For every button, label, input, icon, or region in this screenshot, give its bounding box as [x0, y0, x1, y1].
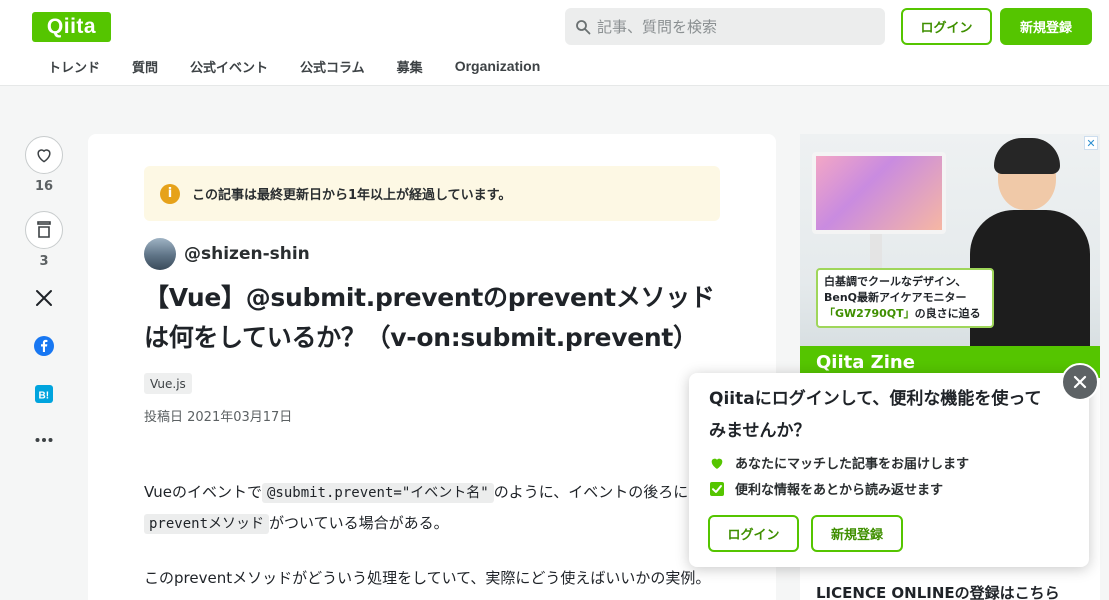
search-box[interactable] — [565, 8, 885, 45]
heart-feature-icon — [711, 458, 723, 469]
author-info[interactable]: @shizen-shin — [144, 238, 310, 270]
licence-online-link[interactable]: LICENCE ONLINEの登録はこちら — [816, 582, 1060, 600]
x-icon — [36, 290, 52, 306]
monitor-illustration — [812, 152, 946, 234]
tag-vuejs[interactable]: Vue.js — [144, 373, 192, 394]
outdated-notice: i この記事は最終更新日から1年以上が経過しています。 — [144, 166, 720, 221]
more-options-button[interactable] — [24, 428, 64, 452]
close-icon — [1073, 375, 1087, 389]
popup-title: Qiitaにログインして、便利な機能を使ってみませんか？ — [709, 389, 1042, 441]
svg-text:B!: B! — [39, 391, 50, 402]
like-count: 16 — [34, 179, 54, 194]
inline-code: preventメソッド — [144, 514, 270, 534]
social-action-bar: 16 3 B! — [24, 136, 64, 452]
main-nav: トレンド 質問 公式イベント 公式コラム 募集 Organization — [32, 52, 556, 80]
check-feature-icon — [710, 481, 724, 496]
popup-close-button[interactable] — [1061, 363, 1099, 401]
hatena-bookmark-icon: B! — [35, 385, 53, 403]
article-title: 【Vue】@submit.preventのpreventメソッドは何をしているか… — [144, 283, 715, 352]
nav-item-official-columns[interactable]: 公式コラム — [284, 57, 381, 76]
posted-date: 投稿日 2021年03月17日 — [144, 410, 293, 425]
stock-icon — [37, 221, 51, 238]
nav-item-official-events[interactable]: 公式イベント — [174, 57, 284, 76]
login-prompt-popup: Qiitaにログインして、便利な機能を使ってみませんか？ あなたにマッチした記事… — [689, 373, 1089, 567]
info-icon: i — [160, 183, 180, 204]
nav-item-recruiting[interactable]: 募集 — [381, 57, 439, 76]
search-icon — [576, 19, 591, 34]
article-body: Vueのイベントで @submit.prevent="イベント名" のように、イベン… — [144, 477, 724, 600]
inline-code: @submit.prevent="イベント名" — [261, 483, 494, 503]
ad-close-icon[interactable]: ✕ — [1084, 136, 1098, 150]
popup-login-button[interactable]: ログイン — [708, 515, 799, 552]
stock-button[interactable] — [25, 211, 63, 249]
facebook-icon — [34, 336, 54, 356]
paragraph: Vueのイベントで @submit.prevent="イベント名" のように、イベン… — [144, 483, 689, 534]
header-signup-button[interactable]: 新規登録 — [1000, 8, 1092, 45]
more-icon — [35, 438, 53, 442]
header-login-button[interactable]: ログイン — [901, 8, 992, 45]
nav-item-trend[interactable]: トレンド — [32, 57, 116, 76]
search-input[interactable] — [597, 17, 877, 36]
site-header: Qiita ログイン 新規登録 トレンド 質問 公式イベント 公式コラム 募集 … — [0, 0, 1109, 86]
popup-signup-button[interactable]: 新規登録 — [811, 515, 903, 552]
stock-count: 3 — [39, 254, 49, 269]
nav-item-organization[interactable]: Organization — [439, 58, 557, 74]
share-x-button[interactable] — [24, 286, 64, 310]
heart-icon — [37, 149, 51, 163]
ad-banner-image[interactable]: 白基調でクールなデザイン、 BenQ最新アイケアモニター 「GW2790QT」の… — [800, 134, 1100, 346]
nav-item-questions[interactable]: 質問 — [116, 57, 174, 76]
qiita-logo[interactable]: Qiita — [32, 12, 111, 42]
like-button[interactable] — [25, 136, 63, 174]
feature-item: あなたにマッチした記事をお届けします — [709, 453, 969, 472]
share-facebook-button[interactable] — [24, 334, 64, 358]
article-card: i この記事は最終更新日から1年以上が経過しています。 @shizen-shin… — [88, 134, 776, 600]
notice-text: この記事は最終更新日から1年以上が経過しています。 — [192, 188, 512, 203]
author-name[interactable]: @shizen-shin — [184, 244, 310, 264]
feature-item: 便利な情報をあとから読み返せます — [709, 479, 943, 498]
paragraph: このpreventメソッドがどういう処理をしていて、実際にどう使えばいいかの実例… — [144, 569, 711, 587]
ad-caption: 白基調でクールなデザイン、 BenQ最新アイケアモニター 「GW2790QT」の… — [816, 268, 994, 328]
share-hatena-button[interactable]: B! — [24, 382, 64, 406]
avatar[interactable] — [144, 238, 176, 270]
